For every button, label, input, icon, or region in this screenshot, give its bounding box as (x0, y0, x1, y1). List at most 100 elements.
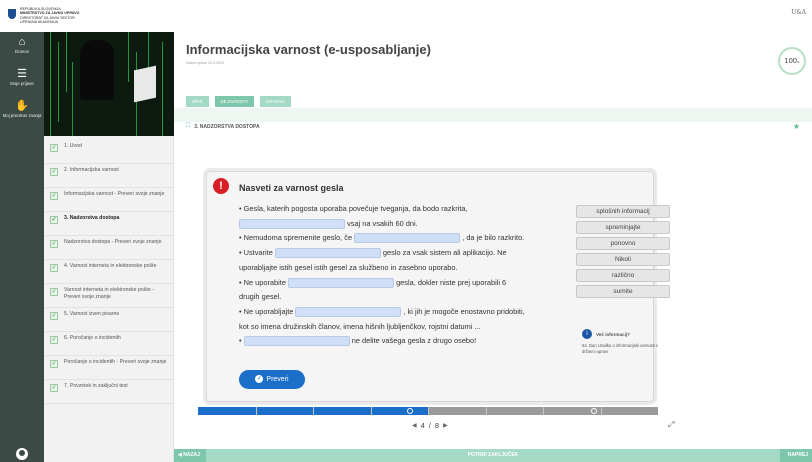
checkbox-icon: ✓ (50, 168, 58, 176)
drop-blank[interactable] (295, 306, 402, 317)
toc-item[interactable]: ✓ Nadzorstva dostopa - Preveri svoje znan… (44, 236, 173, 260)
toc-item[interactable]: ✓ Varnost interneta in elektronske pošte … (44, 284, 173, 308)
word-option[interactable]: splošnih informacij (576, 205, 670, 218)
tab-activities[interactable]: DEJAVNOSTI (214, 96, 254, 107)
toc-item[interactable]: ✓ 7. Povzetek in zaključni test (44, 380, 173, 404)
tab-description[interactable]: OPIS (186, 96, 209, 107)
toc-item[interactable]: ✓ 1. Uvod (44, 140, 173, 164)
pager: ◀ 4 / 8 ▶ (412, 421, 448, 430)
expand-icon[interactable]: ⤢ (668, 420, 674, 430)
toc-item[interactable]: ✓ 4. Varnost interneta in elektronske poš… (44, 260, 173, 284)
toc-item[interactable]: ✓ Poročanje o incidentih - Preveri svoje … (44, 356, 173, 380)
page-title: Informacijska varnost (e-usposabljanje) (186, 42, 431, 57)
toc-item-label: 3. Nadzorstva dostopa (64, 215, 120, 221)
text-line: vsaj na vsakih 60 dni. (239, 217, 569, 232)
word-option[interactable]: Nikoli (576, 253, 670, 266)
toc-item-label: 7. Povzetek in zaključni test (64, 383, 128, 389)
word-option[interactable]: spreminjajte (576, 221, 670, 234)
back-label: NAZAJ (183, 452, 200, 458)
progress-tick (600, 407, 602, 415)
top-bar: Republika Slovenija Ministrstvo za javno… (0, 0, 812, 32)
checkbox-icon: ✓ (50, 240, 58, 248)
tabs: OPIS DEJAVNOSTI GRADIVA (186, 96, 292, 107)
drop-blank[interactable] (288, 277, 395, 288)
next-label: NAPREJ (787, 452, 808, 458)
checkbox-icon: ✓ (50, 312, 58, 320)
nav-home[interactable]: ⌂ Domov (0, 32, 44, 64)
text-line: kot so imena družinskih članov, imena hi… (239, 320, 569, 335)
drop-blank[interactable] (239, 218, 345, 229)
back-button[interactable]: ◀ NAZAJ (174, 449, 206, 462)
favorite-star-icon[interactable]: ★ (793, 122, 800, 131)
avatar[interactable] (16, 448, 28, 460)
text-segment: kot so imena družinskih članov, imena hi… (239, 321, 481, 331)
check-button[interactable]: ✓ Preveri (239, 370, 305, 389)
footer-nav: POTRDI ZAKLJUČEK ◀ NAZAJ NAPREJ (174, 449, 812, 462)
warning-icon: ! (213, 178, 229, 194)
progress-unit: % (796, 60, 800, 64)
toc-item-label: Varnost interneta in elektronske pošte -… (64, 287, 154, 300)
text-line: drugih gesel. (239, 290, 569, 305)
toc-item-label: 6. Poročanje o incidentih (64, 335, 121, 341)
tab-strip (174, 108, 812, 122)
next-arrow-icon[interactable]: ▶ (443, 422, 448, 429)
word-option[interactable]: sumite (576, 285, 670, 298)
toc-item-label: Nadzorstva dostopa - Preveri svoje znanj… (64, 239, 162, 245)
toc-item-label: 5. Varnost izven pisarne (64, 311, 120, 317)
info-text: 54. Dan Uradka o informacijski varnosti … (582, 343, 659, 354)
nav-my-enrollments[interactable]: ☰ Moje prijave (0, 64, 44, 96)
text-segment: , ki jih je mogoče enostavno pridobiti, (401, 306, 525, 316)
word-option[interactable]: ponovno (576, 237, 670, 250)
toc-item-label: Informacijska varnost - Preveri svoje zn… (64, 191, 165, 197)
toc-item[interactable]: ✓ 2. Informacijska varnost (44, 164, 173, 188)
section-header: ⛶ 3. NADZORSTVA DOSTOPA (186, 123, 260, 130)
check-icon: ✓ (255, 375, 264, 383)
word-option[interactable]: različno (576, 269, 670, 282)
checkbox-icon: ✓ (50, 216, 58, 224)
home-icon: ⌂ (18, 36, 26, 48)
toc-sidebar: ✓ 1. Uvod ✓ 2. Informacijska varnost ✓ Inform… (44, 32, 174, 462)
prev-arrow-icon[interactable]: ◀ (412, 422, 417, 429)
toc-item[interactable]: ✓ 5. Varnost izven pisarne (44, 308, 173, 332)
word-bank: splošnih informacij spreminjajte ponovno… (576, 205, 670, 301)
enrollment-date: Datum vpisa: 22.3.2023 (186, 61, 224, 65)
progress-tick (543, 407, 544, 415)
tab-materials[interactable]: GRADIVA (259, 96, 292, 107)
text-line: uporabljajte istih gesel istih gesel za … (239, 261, 569, 276)
checkbox-icon: ✓ (50, 288, 58, 296)
toc-item-label: 2. Informacijska varnost (64, 167, 119, 173)
main-content: Informacijska varnost (e-usposabljanje) … (174, 32, 812, 462)
progress-node[interactable] (590, 408, 597, 414)
drop-blank[interactable] (354, 233, 461, 244)
toc-item[interactable]: ✓ 6. Poročanje o incidentih (44, 332, 173, 356)
drop-blank[interactable] (274, 248, 381, 259)
progress-tick (485, 407, 487, 415)
toc-item-label: 4. Varnost interneta in elektronske pošt… (64, 263, 157, 269)
ministry-logo[interactable]: Republika Slovenija Ministrstvo za javno… (8, 7, 79, 24)
list-icon: ☰ (17, 68, 27, 80)
drop-blank[interactable] (243, 336, 350, 347)
hand-icon: ✋ (15, 100, 29, 112)
text-segment: gesla, dokler niste prej uporabili 6 (394, 277, 507, 287)
toc-item[interactable]: ✓ Informacijska varnost - Preveri svoje z… (44, 188, 173, 212)
progress-node[interactable] (406, 408, 413, 414)
checkbox-icon: ✓ (50, 192, 58, 200)
text-segment: uporabljajte istih gesel istih gesel za … (239, 262, 458, 272)
text-segment: • Gesla, katerih pogosta uporaba povečuj… (239, 204, 468, 213)
collapse-icon[interactable]: ⛶ (186, 123, 190, 130)
logo-line: Ministrstvo za javno upravo (20, 11, 80, 16)
next-button[interactable]: NAPREJ (780, 449, 812, 462)
text-segment: vsaj na vsakih 60 dni. (345, 218, 418, 228)
confirm-completion-button[interactable]: POTRDI ZAKLJUČEK (174, 449, 812, 462)
info-icon[interactable]: i (582, 329, 592, 339)
page-current: 4 (420, 421, 425, 430)
text-segment: ne delite vašega gesla z drugo osebo! (349, 336, 477, 346)
vertical-nav: ⌂ Domov ☰ Moje prijave ✋ Moj preizkus zn… (0, 32, 44, 462)
text-line: • ne delite vašega gesla z drugo osebo! (239, 334, 569, 349)
slide-progress-bar[interactable] (198, 407, 658, 415)
nav-my-test[interactable]: ✋ Moj preizkus znanja (0, 96, 44, 128)
partner-logo: U&A (791, 9, 806, 16)
toc-item[interactable]: ✓ 3. Nadzorstva dostopa (44, 212, 173, 236)
text-line: • Ustvarite geslo za vsak sistem ali apl… (239, 246, 569, 261)
text-segment: • Ne uporabite (239, 277, 289, 287)
